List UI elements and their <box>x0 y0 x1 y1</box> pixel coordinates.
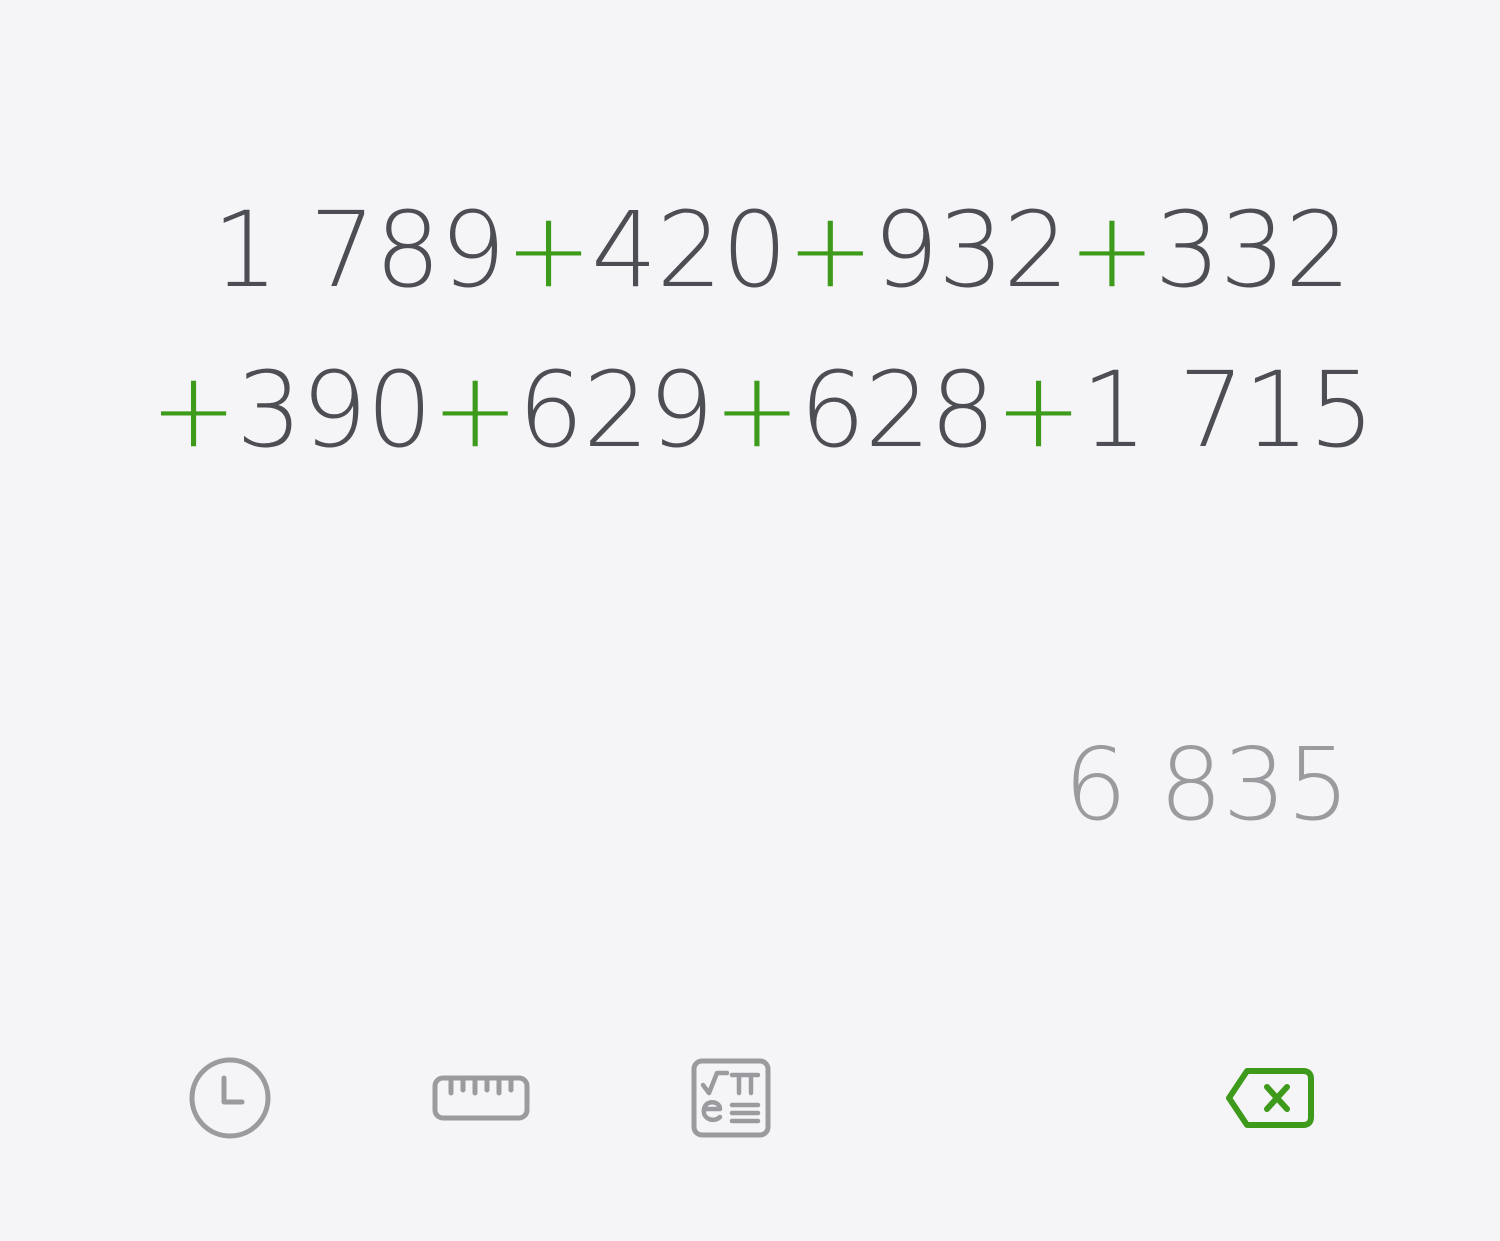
result-preview: 6 835 <box>1063 726 1350 843</box>
plus-operator: + <box>150 349 237 471</box>
history-button[interactable] <box>180 1050 280 1145</box>
calculator-toolbar <box>0 1050 1500 1145</box>
plus-operator: + <box>505 189 592 311</box>
history-icon <box>188 1056 272 1140</box>
backspace-icon <box>1225 1065 1315 1131</box>
backspace-button[interactable] <box>1220 1050 1320 1145</box>
plus-operator: + <box>786 189 874 311</box>
operand: 332 <box>1154 189 1351 311</box>
scientific-mode-button[interactable] <box>681 1050 781 1145</box>
operand: 1 715 <box>1081 349 1375 471</box>
operand: 629 <box>517 349 715 471</box>
plus-operator: + <box>713 349 800 471</box>
scientific-icon <box>690 1057 772 1139</box>
expression-line-1: 1 789+420+932+332 <box>150 170 1351 330</box>
calculator-screen: 1 789+420+932+332 +390+629+628+1 715 6 8… <box>0 0 1500 1241</box>
plus-operator: + <box>1068 189 1155 311</box>
unit-converter-button[interactable] <box>431 1050 531 1145</box>
operand: 390 <box>236 349 433 471</box>
expression-line-2: +390+629+628+1 715 <box>150 330 1375 490</box>
operand: 628 <box>799 349 996 471</box>
plus-operator: + <box>431 349 519 471</box>
plus-operator: + <box>994 349 1082 471</box>
operand: 932 <box>872 189 1070 311</box>
ruler-icon <box>431 1073 531 1123</box>
operand: 420 <box>591 189 788 311</box>
operand: 1 789 <box>212 189 506 311</box>
expression-display[interactable]: 1 789+420+932+332 +390+629+628+1 715 <box>150 170 1375 490</box>
